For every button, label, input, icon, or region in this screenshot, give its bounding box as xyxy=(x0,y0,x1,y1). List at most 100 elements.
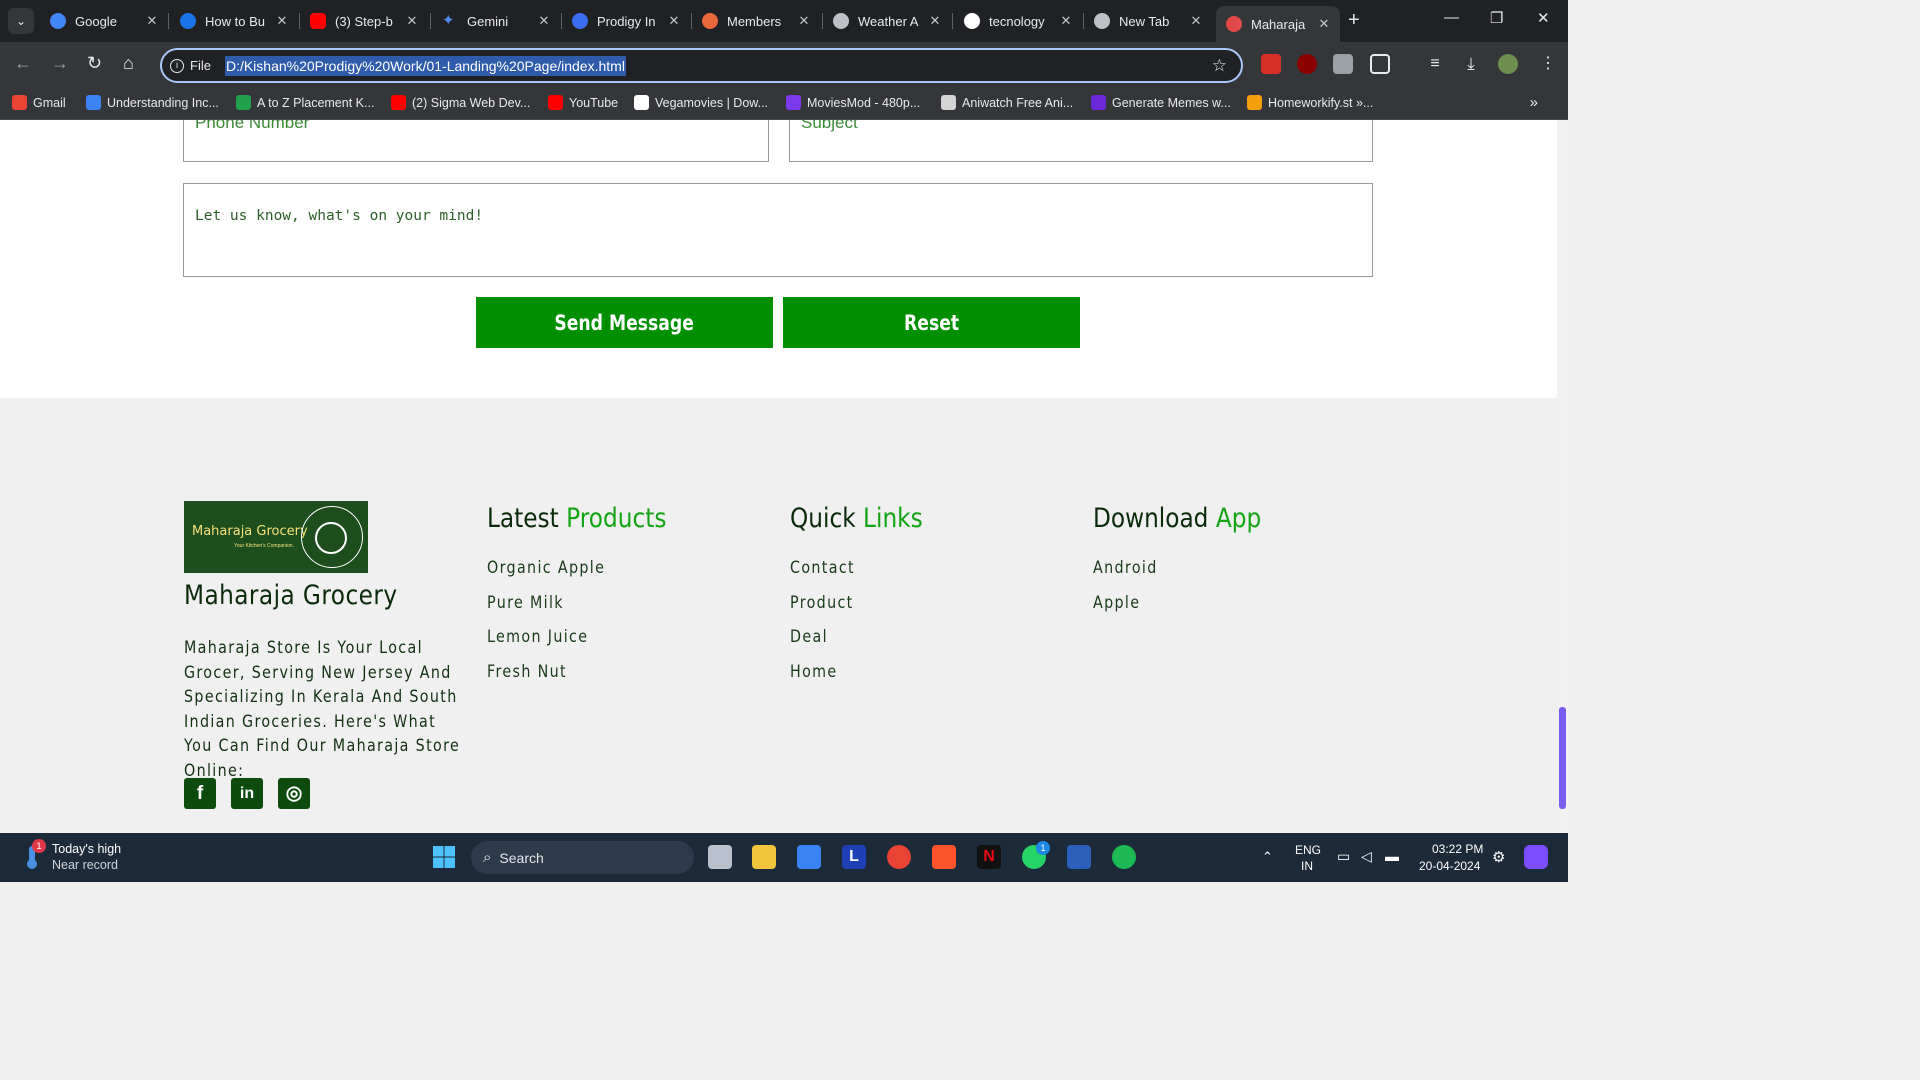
bookmark-aniwatch[interactable]: Aniwatch Free Ani... xyxy=(941,95,1073,110)
clock-time[interactable]: 03:22 PM xyxy=(1432,842,1483,856)
site-info-chip[interactable]: i File xyxy=(162,58,211,73)
bookmark-gmail[interactable]: Gmail xyxy=(12,95,66,110)
message-textarea[interactable]: Let us know, what's on your mind! xyxy=(183,183,1373,277)
address-bar[interactable]: i File D:/Kishan%20Prodigy%20Work/01-Lan… xyxy=(160,48,1243,83)
tab-search-button[interactable]: ⌄ xyxy=(8,8,34,34)
tab-github[interactable]: tecnology ✕ xyxy=(954,6,1082,36)
tab-prodigy[interactable]: Prodigy In ✕ xyxy=(562,6,690,36)
close-icon[interactable]: ✕ xyxy=(1186,13,1206,29)
media-queue-icon[interactable]: ≡ xyxy=(1425,54,1445,74)
close-icon[interactable]: ✕ xyxy=(402,13,422,29)
home-icon[interactable]: ⌂ xyxy=(123,53,134,74)
pdf-extension-icon[interactable] xyxy=(1261,54,1281,74)
task-view-icon[interactable] xyxy=(708,845,732,869)
taskbar-search[interactable]: ⌕ Search xyxy=(471,841,694,874)
github-icon xyxy=(964,13,980,29)
reload-icon[interactable]: ↻ xyxy=(87,53,102,74)
volume-icon[interactable]: ◁ xyxy=(1361,848,1372,865)
footer-link-fresh-nut[interactable]: Fresh Nut xyxy=(487,662,567,682)
profile-avatar[interactable] xyxy=(1498,54,1518,74)
bookmark-youtube[interactable]: YouTube xyxy=(548,95,618,110)
close-icon[interactable]: ✕ xyxy=(1056,13,1076,29)
close-icon[interactable]: ✕ xyxy=(794,13,814,29)
bookmark-sigma[interactable]: (2) Sigma Web Dev... xyxy=(391,95,530,110)
powershell-icon[interactable] xyxy=(1067,845,1091,869)
instagram-icon[interactable]: ◎ xyxy=(278,778,310,809)
footer-link-product[interactable]: Product xyxy=(790,593,854,613)
gemini-icon: ✦ xyxy=(442,12,455,29)
page-scrollbar[interactable] xyxy=(1557,120,1568,833)
tray-overflow-icon[interactable]: ⌃ xyxy=(1262,849,1273,865)
forward-icon[interactable]: → xyxy=(51,53,69,74)
window-close-icon[interactable]: ✕ xyxy=(1537,9,1550,27)
scrollbar-thumb[interactable] xyxy=(1559,707,1566,809)
file-explorer-icon[interactable] xyxy=(752,845,776,869)
app-l-icon[interactable]: L xyxy=(842,845,866,869)
ublock-icon[interactable] xyxy=(1297,54,1317,74)
printer-extension-icon[interactable] xyxy=(1333,54,1353,74)
tab-maharaja-active[interactable]: Maharaja ✕ xyxy=(1216,6,1340,42)
back-icon[interactable]: ← xyxy=(14,53,32,74)
tab-weather[interactable]: Weather A ✕ xyxy=(823,6,951,36)
settings-gear-icon[interactable]: ⚙ xyxy=(1492,848,1505,866)
bookmark-vegamovies[interactable]: Vegamovies | Dow... xyxy=(634,95,768,110)
language-bottom[interactable]: IN xyxy=(1301,859,1313,873)
footer-link-android[interactable]: Android xyxy=(1093,558,1158,578)
bookmark-understanding[interactable]: Understanding Inc... xyxy=(86,95,219,110)
weather-subtitle[interactable]: Near record xyxy=(52,858,118,872)
download-icon[interactable]: ⤓ xyxy=(1461,54,1481,74)
footer-link-home[interactable]: Home xyxy=(790,662,838,682)
tab-gemini[interactable]: ✦ Gemini ✕ xyxy=(432,6,560,36)
footer-link-pure-milk[interactable]: Pure Milk xyxy=(487,593,564,613)
footer-link-apple[interactable]: Apple xyxy=(1093,593,1140,613)
close-icon[interactable]: ✕ xyxy=(925,13,945,29)
subject-input[interactable]: Subject xyxy=(789,120,1373,162)
linkedin-icon[interactable]: in xyxy=(231,778,263,809)
spotify-icon[interactable] xyxy=(1112,845,1136,869)
tab-members[interactable]: Members ✕ xyxy=(692,6,820,36)
close-icon[interactable]: ✕ xyxy=(272,13,292,29)
bookmark-star-icon[interactable]: ☆ xyxy=(1212,56,1227,76)
bookmarks-overflow-icon[interactable]: » xyxy=(1530,94,1538,111)
facebook-icon[interactable]: f xyxy=(184,778,216,809)
tab-how-to[interactable]: How to Bu ✕ xyxy=(170,6,298,36)
bookmark-label: YouTube xyxy=(569,95,619,110)
bookmark-homeworkify[interactable]: Homeworkify.st »... xyxy=(1247,95,1373,110)
send-message-button[interactable]: Send Message xyxy=(476,297,773,348)
tab-new-tab[interactable]: New Tab ✕ xyxy=(1084,6,1212,36)
bookmark-placement[interactable]: A to Z Placement K... xyxy=(236,95,374,110)
footer-link-deal[interactable]: Deal xyxy=(790,627,828,647)
weather-title[interactable]: Today's high xyxy=(52,842,121,856)
restore-icon[interactable]: ❐ xyxy=(1490,9,1503,27)
page-viewport: Phone Number Subject Let us know, what's… xyxy=(0,120,1557,833)
footer-link-organic-apple[interactable]: Organic Apple xyxy=(487,558,605,578)
url-text[interactable]: D:/Kishan%20Prodigy%20Work/01-Landing%20… xyxy=(224,55,626,76)
tab-youtube-step[interactable]: (3) Step-b ✕ xyxy=(300,6,428,36)
minimize-icon[interactable]: — xyxy=(1444,9,1459,26)
microsoft-store-icon[interactable] xyxy=(797,845,821,869)
new-tab-button[interactable]: + xyxy=(1348,9,1360,32)
close-icon[interactable]: ✕ xyxy=(142,13,162,29)
bookmark-memes[interactable]: Generate Memes w... xyxy=(1091,95,1231,110)
reset-button[interactable]: Reset xyxy=(783,297,1080,348)
windows-start-icon[interactable] xyxy=(432,845,456,869)
tab-google[interactable]: Google ✕ xyxy=(40,6,168,36)
battery-icon[interactable]: ▬ xyxy=(1385,848,1399,864)
bookmark-moviesmod[interactable]: MoviesMod - 480p... xyxy=(786,95,920,110)
brave-icon[interactable] xyxy=(932,845,956,869)
clock-date[interactable]: 20-04-2024 xyxy=(1419,859,1480,873)
footer-link-contact[interactable]: Contact xyxy=(790,558,855,578)
chrome-taskbar-icon[interactable] xyxy=(887,845,911,869)
kebab-menu-icon[interactable]: ⋮ xyxy=(1538,54,1558,74)
extensions-puzzle-icon[interactable] xyxy=(1370,54,1390,74)
close-icon[interactable]: ✕ xyxy=(664,13,684,29)
brand-logo[interactable]: Maharaja Grocery Your Kitchen's Companio… xyxy=(184,501,368,573)
netflix-icon[interactable]: N xyxy=(977,845,1001,869)
phone-number-input[interactable]: Phone Number xyxy=(183,120,769,162)
language-top[interactable]: ENG xyxy=(1295,843,1321,857)
close-icon[interactable]: ✕ xyxy=(1314,16,1334,32)
network-icon[interactable]: ▭ xyxy=(1337,848,1350,865)
footer-link-lemon-juice[interactable]: Lemon Juice xyxy=(487,627,588,647)
close-icon[interactable]: ✕ xyxy=(534,13,554,29)
copilot-icon[interactable] xyxy=(1524,845,1548,869)
